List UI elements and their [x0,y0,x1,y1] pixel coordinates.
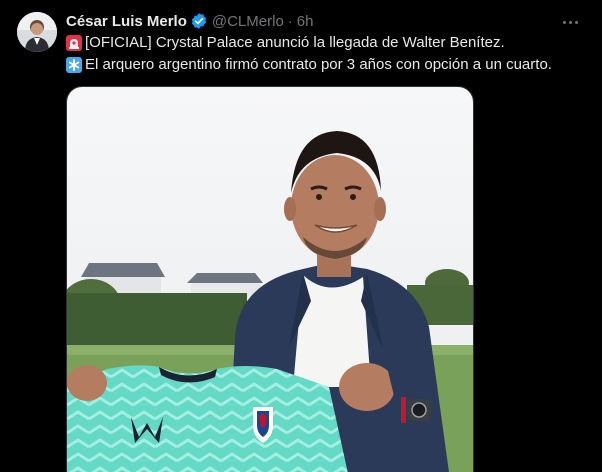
tweet-media-photo[interactable] [66,86,474,472]
tweet-timestamp[interactable]: 6h [297,13,314,30]
tweet-line-1-text: [OFICIAL] Crystal Palace anunció la lleg… [85,34,505,51]
verified-badge-icon[interactable] [190,12,208,30]
tweet-text: [OFICIAL] Crystal Palace anunció la lleg… [66,32,586,76]
tweet-line-2: El arquero argentino firmó contrato por … [66,54,586,76]
avatar-image [17,12,57,52]
tweet-card[interactable]: César Luis Merlo @CLMerlo · 6h [OFICIAL]… [0,0,602,472]
author-name[interactable]: César Luis Merlo [66,13,187,30]
author-handle[interactable]: @CLMerlo [212,13,284,30]
tweet-header: César Luis Merlo @CLMerlo · 6h [66,11,313,31]
tweet-line-2-text: El arquero argentino firmó contrato por … [85,56,552,73]
separator-dot: · [287,12,293,30]
photo-player-holding-jersey [67,87,473,472]
red-siren-emoji-icon [66,35,82,51]
blue-asterisk-emoji-icon [66,57,82,73]
more-options-icon[interactable] [558,12,582,32]
author-avatar[interactable] [17,12,57,52]
tweet-line-1: [OFICIAL] Crystal Palace anunció la lleg… [66,32,586,54]
